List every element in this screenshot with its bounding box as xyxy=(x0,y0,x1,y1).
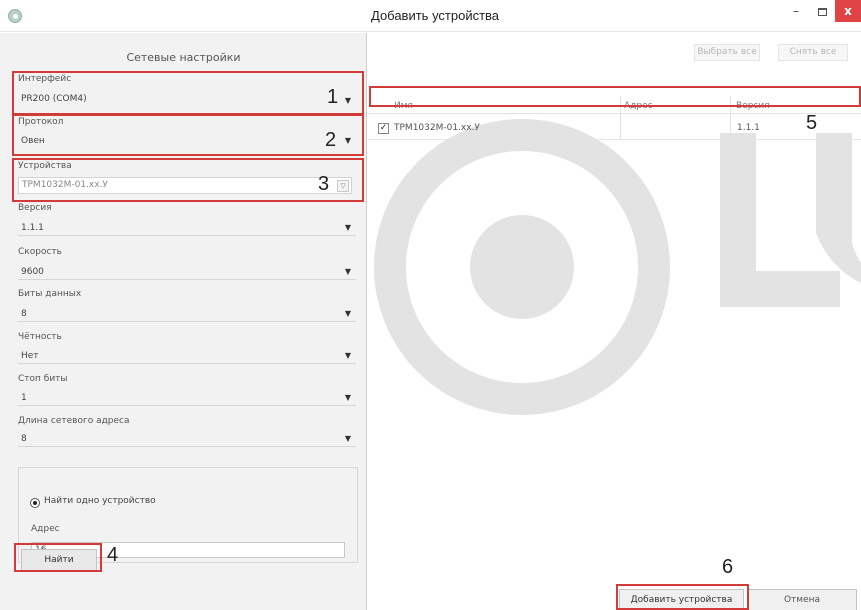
find-one-radio[interactable] xyxy=(30,498,40,508)
row-version[interactable]: 1.1.1 xyxy=(737,123,760,133)
minimize-button[interactable]: – xyxy=(783,0,809,22)
chevron-down-icon: ▼ xyxy=(344,309,351,318)
data-bits-select[interactable]: 8 ▼ xyxy=(18,306,356,322)
maximize-icon xyxy=(817,7,827,16)
addr-length-label: Длина сетевого адреса xyxy=(18,416,130,426)
stop-bits-select[interactable]: 1 ▼ xyxy=(18,390,356,406)
device-list-pane: Выбрать все Снять все Имя Адрес Версия ✓… xyxy=(368,33,861,610)
watermark-logo xyxy=(374,119,861,415)
parity-select[interactable]: Нет ▼ xyxy=(18,348,356,364)
cancel-button[interactable]: Отмена xyxy=(747,589,857,610)
close-button[interactable]: x xyxy=(835,0,861,22)
highlight-frame-1 xyxy=(12,71,364,115)
find-one-label: Найти одно устройство xyxy=(44,496,159,506)
highlight-frame-4 xyxy=(14,543,102,572)
deselect-all-button[interactable]: Снять все xyxy=(778,44,848,61)
version-value: 1.1.1 xyxy=(21,223,44,233)
callout-6: 6 xyxy=(722,556,734,578)
highlight-frame-6 xyxy=(616,584,749,610)
chevron-down-icon: ▼ xyxy=(344,434,351,443)
select-all-button[interactable]: Выбрать все xyxy=(694,44,760,61)
addr-length-value: 8 xyxy=(21,434,27,444)
data-bits-label: Биты данных xyxy=(18,289,82,299)
maximize-button[interactable] xyxy=(809,0,835,22)
speed-label: Скорость xyxy=(18,247,62,257)
speed-select[interactable]: 9600 ▼ xyxy=(18,264,356,280)
callout-5: 5 xyxy=(806,112,818,134)
addr-length-select[interactable]: 8 ▼ xyxy=(18,431,356,447)
row-checkbox[interactable]: ✓ xyxy=(378,123,389,134)
header-divider xyxy=(368,113,861,114)
window-title: Добавить устройства xyxy=(371,8,500,23)
row-divider xyxy=(368,139,861,140)
callout-1: 1 xyxy=(327,86,339,108)
address-label: Адрес xyxy=(31,524,60,534)
chevron-down-icon: ▼ xyxy=(344,223,351,232)
chevron-down-icon: ▼ xyxy=(344,351,351,360)
chevron-down-icon: ▼ xyxy=(344,267,351,276)
highlight-frame-3 xyxy=(12,158,364,202)
speed-value: 9600 xyxy=(21,267,44,277)
data-bits-value: 8 xyxy=(21,309,27,319)
callout-2: 2 xyxy=(325,129,337,151)
app-icon xyxy=(8,9,22,23)
highlight-frame-5 xyxy=(369,86,861,107)
chevron-down-icon: ▼ xyxy=(344,393,351,402)
parity-label: Чётность xyxy=(18,332,62,342)
pane-title: Сетевые настройки xyxy=(126,51,241,64)
callout-4: 4 xyxy=(107,544,119,566)
stop-bits-value: 1 xyxy=(21,393,27,403)
stop-bits-label: Стоп биты xyxy=(18,374,68,384)
version-label: Версия xyxy=(18,203,52,213)
version-select[interactable]: 1.1.1 ▼ xyxy=(18,220,356,236)
highlight-frame-2 xyxy=(12,114,364,156)
callout-3: 3 xyxy=(318,173,330,195)
row-name[interactable]: ТРМ1032М-01.хх.У xyxy=(394,123,480,133)
title-bar: Добавить устройства – x xyxy=(0,0,861,32)
parity-value: Нет xyxy=(21,351,39,361)
